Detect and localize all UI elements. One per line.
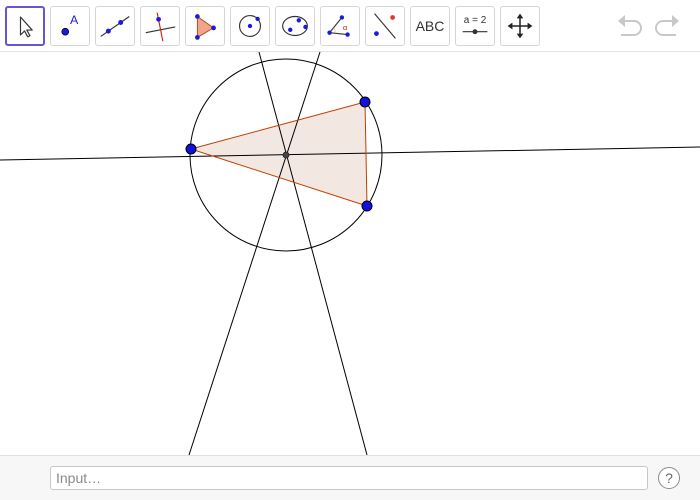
reflect-about-line-icon [374, 13, 396, 39]
ellipse-icon [282, 15, 308, 37]
help-button[interactable]: ? [658, 467, 680, 489]
move-graphics-view-tool-button[interactable] [500, 6, 540, 46]
redo-icon [655, 15, 679, 36]
construction-drawing [0, 52, 700, 455]
algebra-input-field[interactable] [50, 466, 648, 490]
angle-icon: α [327, 15, 350, 37]
geogebra-app: A α ABC a = 2 Input… ? [0, 0, 700, 500]
angle-tool-button[interactable]: α [320, 6, 360, 46]
arrow-cursor-icon [19, 16, 33, 38]
text-icon: ABC [415, 18, 445, 34]
move-arrows-icon [507, 13, 533, 39]
polygon-icon [195, 14, 216, 40]
perpendicular-line-tool-button[interactable] [140, 6, 180, 46]
input-bar: ? [0, 455, 700, 500]
point-tool-label: A [70, 13, 79, 27]
move-tool-button[interactable] [5, 6, 45, 46]
text-tool-button[interactable]: ABC [410, 6, 450, 46]
point-tool-button[interactable]: A [50, 6, 90, 46]
line-tool-button[interactable] [95, 6, 135, 46]
conic-tool-button[interactable] [275, 6, 315, 46]
circle-center-point-icon [238, 14, 262, 38]
reflect-tool-button[interactable] [365, 6, 405, 46]
point-with-label-icon: A [61, 13, 79, 36]
undo-icon [618, 15, 642, 36]
angle-tool-label: α [343, 23, 348, 32]
polygon-tool-button[interactable] [185, 6, 225, 46]
slider-icon [462, 29, 488, 35]
graphics-view[interactable] [0, 52, 700, 455]
circle-tool-button[interactable] [230, 6, 270, 46]
line-through-two-points-icon [100, 16, 130, 37]
undo-button[interactable] [614, 10, 646, 42]
left-steep-line[interactable] [188, 52, 321, 455]
redo-button[interactable] [651, 10, 683, 42]
perpendicular-line-icon [145, 12, 176, 42]
center-point[interactable] [282, 151, 290, 159]
slider-tool-button[interactable]: a = 2 [455, 6, 495, 46]
toolbar: A α ABC a = 2 [0, 0, 700, 52]
vertex-point-b[interactable] [359, 96, 371, 108]
help-icon: ? [665, 470, 673, 486]
vertex-point-a[interactable] [185, 143, 197, 155]
vertex-point-c[interactable] [361, 200, 373, 212]
